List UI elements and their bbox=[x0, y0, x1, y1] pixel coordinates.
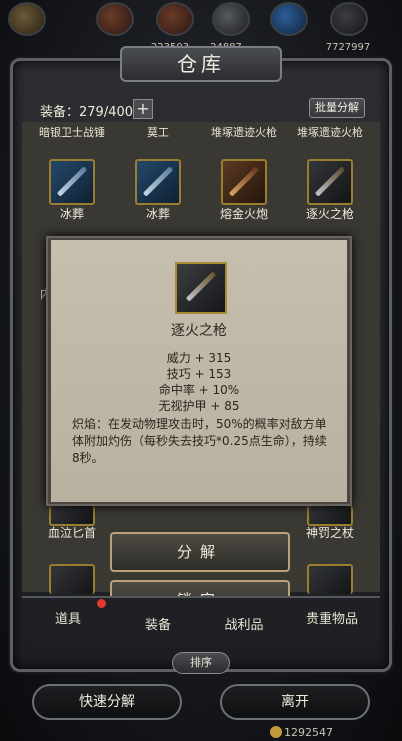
gold-amount: 1292547 bbox=[284, 726, 333, 739]
selected-item-slot bbox=[175, 262, 227, 314]
item-slot[interactable] bbox=[49, 506, 95, 526]
sort-button[interactable]: 排序 bbox=[172, 652, 230, 674]
expand-storage-button[interactable]: + bbox=[133, 99, 153, 119]
gold-coin-icon bbox=[270, 726, 282, 738]
item-name: 逐火之枪 bbox=[305, 207, 354, 221]
cannon-icon bbox=[228, 166, 260, 197]
item-slot[interactable] bbox=[135, 159, 181, 205]
resource-leather-icon[interactable] bbox=[156, 2, 194, 36]
resource-scroll-icon[interactable] bbox=[96, 2, 134, 36]
resource-count-3: 7727997 bbox=[325, 42, 371, 53]
item-description: 炽焰：在发动物理攻击时，50%的概率对敌方单体附加灼伤（每秒失去技巧*0.25点… bbox=[72, 417, 327, 465]
item-slot[interactable] bbox=[307, 506, 353, 526]
selected-item-name: 逐火之枪 bbox=[171, 323, 227, 339]
tab-items[interactable]: 道具 bbox=[28, 608, 108, 627]
item-label: 莫工 bbox=[147, 126, 169, 138]
stat-line: 无视护甲 + 85 bbox=[158, 399, 240, 413]
tab-equipment[interactable]: 装备 bbox=[118, 614, 198, 633]
item-name: 冰葬 bbox=[145, 207, 170, 221]
tab-loot[interactable]: 战利品 bbox=[204, 614, 284, 633]
item-label: 暗银卫士战锤 bbox=[39, 126, 105, 138]
item-slot[interactable] bbox=[221, 159, 267, 205]
lance-icon bbox=[185, 271, 217, 302]
batch-decompose-button[interactable]: 批量分解 bbox=[309, 98, 365, 118]
item-slot[interactable] bbox=[307, 564, 353, 594]
stat-line: 命中率 + 10% bbox=[158, 383, 240, 397]
decompose-button[interactable]: 分解 bbox=[110, 532, 290, 572]
item-name: 冰葬 bbox=[59, 207, 84, 221]
item-slot[interactable] bbox=[49, 159, 95, 205]
stat-line: 技巧 + 153 bbox=[166, 367, 232, 381]
tab-valuables[interactable]: 贵重物品 bbox=[292, 608, 372, 627]
spear-icon bbox=[56, 166, 88, 197]
leave-button[interactable]: 离开 bbox=[220, 684, 370, 720]
resource-bar bbox=[0, 0, 402, 40]
quick-decompose-button[interactable]: 快速分解 bbox=[32, 684, 182, 720]
item-slot[interactable] bbox=[49, 564, 95, 594]
resource-iron-icon[interactable] bbox=[212, 2, 250, 36]
page-title: 仓库 bbox=[120, 46, 282, 82]
lance-icon bbox=[314, 166, 346, 197]
spear-icon bbox=[142, 166, 174, 197]
item-name: 神罚之杖 bbox=[305, 526, 354, 540]
item-name: 血泣匕首 bbox=[47, 526, 96, 540]
item-slot[interactable] bbox=[307, 159, 353, 205]
equipment-count: 装备：279/400 bbox=[40, 105, 134, 120]
item-name: 熔金火炮 bbox=[219, 207, 268, 221]
item-label: 堆塚遗迹火枪 bbox=[297, 126, 363, 138]
item-label: 堆塚遗迹火枪 bbox=[211, 126, 277, 138]
notification-dot bbox=[97, 599, 106, 608]
hero-portrait-icon[interactable] bbox=[8, 2, 46, 36]
resource-crystal-icon[interactable] bbox=[270, 2, 308, 36]
resource-ore-icon[interactable] bbox=[330, 2, 368, 36]
stat-line: 威力 + 315 bbox=[166, 351, 232, 365]
